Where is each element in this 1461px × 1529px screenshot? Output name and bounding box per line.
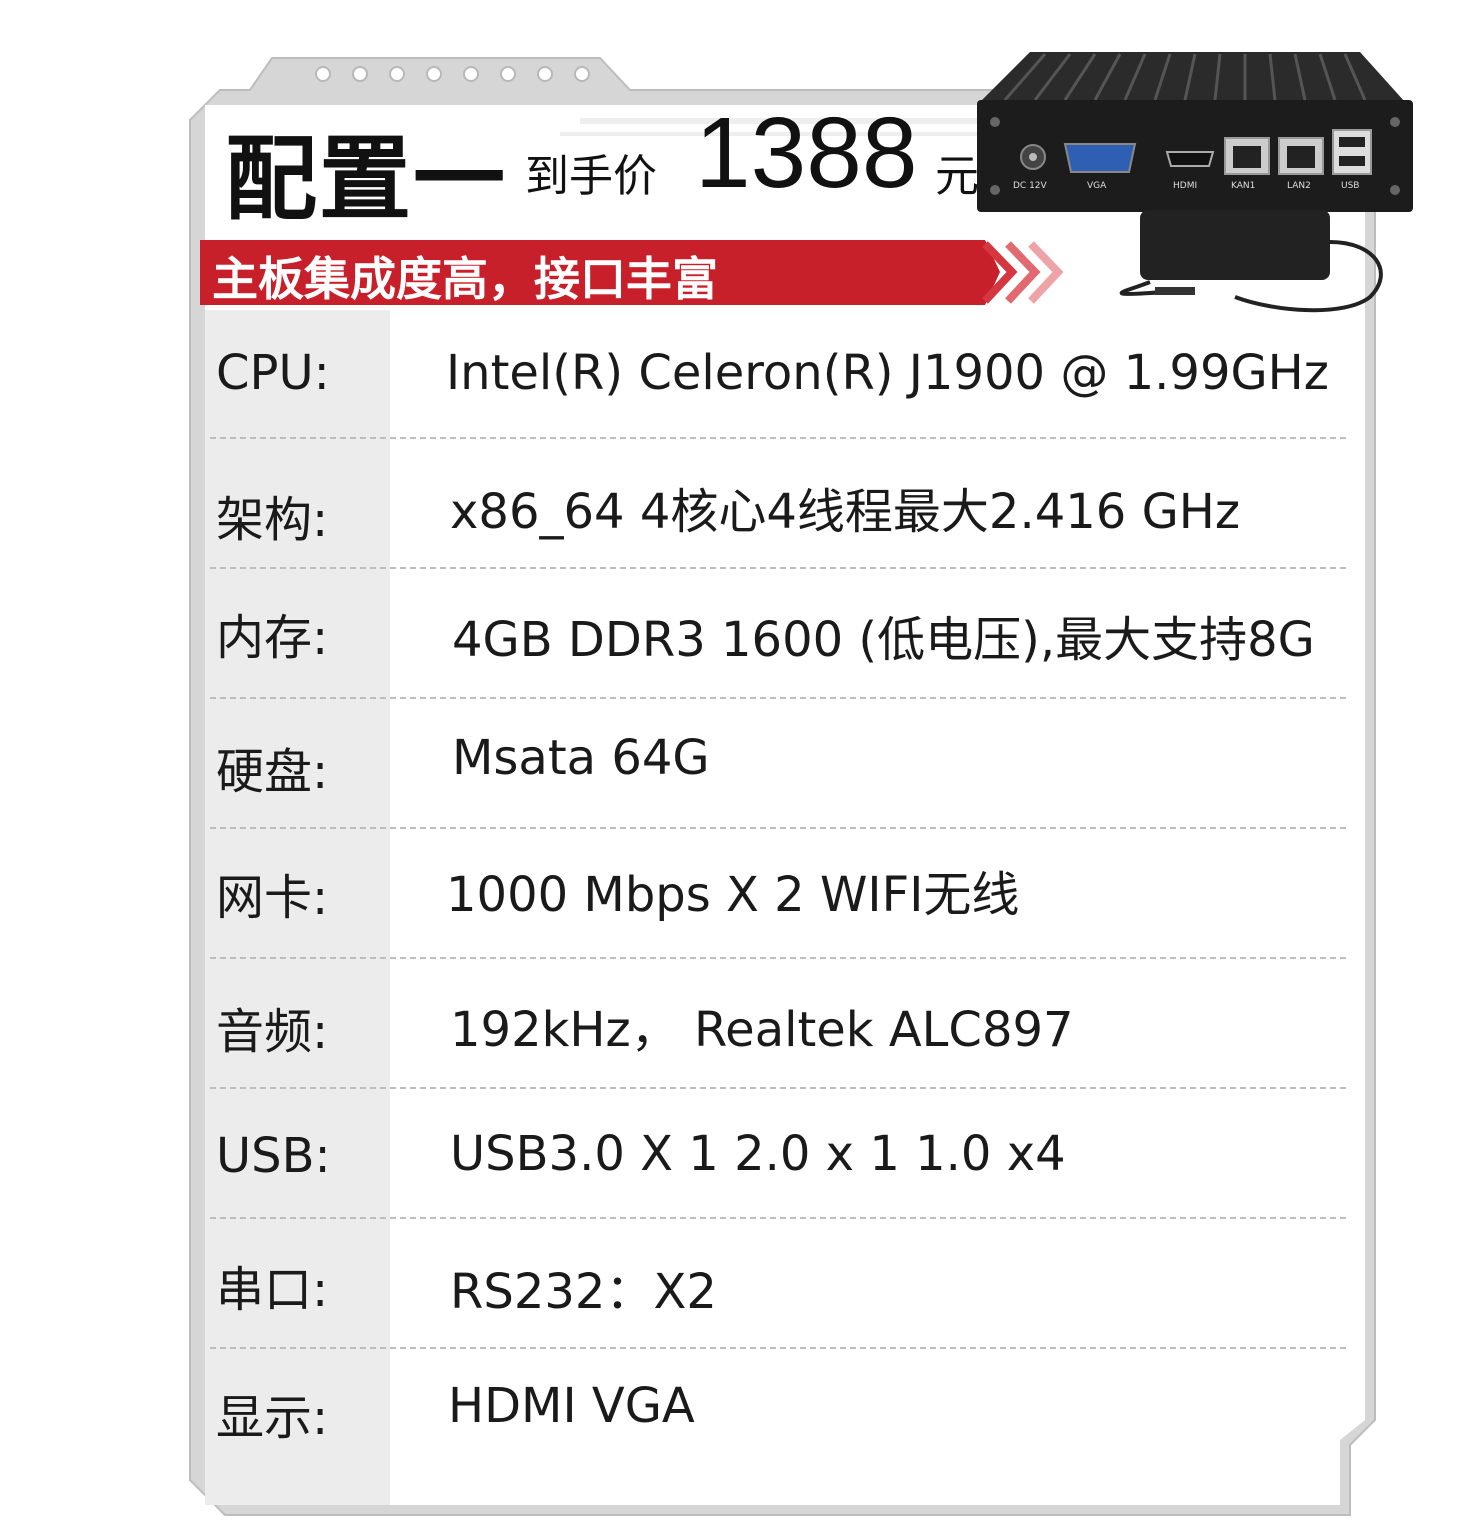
- spec-value-usb: USB3.0 X 1 2.0 x 1 1.0 x4: [450, 1126, 1066, 1182]
- spec-label-network: 网卡:: [216, 870, 329, 926]
- spec-label-display: 显示:: [216, 1390, 329, 1446]
- port-label-lan1: KAN1: [1231, 181, 1255, 191]
- spec-value-architecture: x86_64 4核心4线程最大2.416 GHz: [450, 484, 1241, 540]
- port-label-vga: VGA: [1087, 181, 1107, 191]
- spec-label-memory: 内存:: [216, 610, 329, 666]
- port-label-lan2: LAN2: [1287, 181, 1311, 191]
- feature-banner: 主板集成度高，接口丰富: [212, 252, 718, 306]
- spec-label-storage: 硬盘:: [216, 744, 329, 800]
- price-unit: 元: [935, 151, 979, 202]
- price-value: 1388: [695, 97, 918, 209]
- price-label: 到手价: [525, 151, 657, 202]
- spec-value-serial: RS232：X2: [450, 1264, 717, 1320]
- spec-label-architecture: 架构:: [216, 492, 329, 548]
- spec-label-cpu: CPU:: [216, 345, 330, 401]
- port-label-usb: USB: [1341, 181, 1359, 191]
- spec-value-memory: 4GB DDR3 1600 (低电压),最大支持8G: [452, 612, 1315, 668]
- port-label-hdmi: HDMI: [1173, 181, 1197, 191]
- config-title: 配置一: [225, 126, 508, 233]
- spec-label-audio: 音频:: [216, 1004, 329, 1060]
- spec-value-display: HDMI VGA: [448, 1378, 695, 1434]
- spec-label-usb: USB:: [216, 1128, 331, 1184]
- port-label-dc: DC 12V: [1013, 181, 1048, 191]
- spec-value-network: 1000 Mbps X 2 WIFI无线: [446, 867, 1020, 923]
- spec-value-storage: Msata 64G: [452, 730, 710, 786]
- spec-value-cpu: Intel(R) Celeron(R) J1900 @ 1.99GHz: [446, 345, 1329, 401]
- spec-value-audio: 192kHz， Realtek ALC897: [450, 1002, 1074, 1058]
- mini-pc-product-image: DC 12V VGA HDMI KAN1 LAN2 USB: [977, 52, 1413, 313]
- spec-label-serial: 串口:: [216, 1262, 329, 1318]
